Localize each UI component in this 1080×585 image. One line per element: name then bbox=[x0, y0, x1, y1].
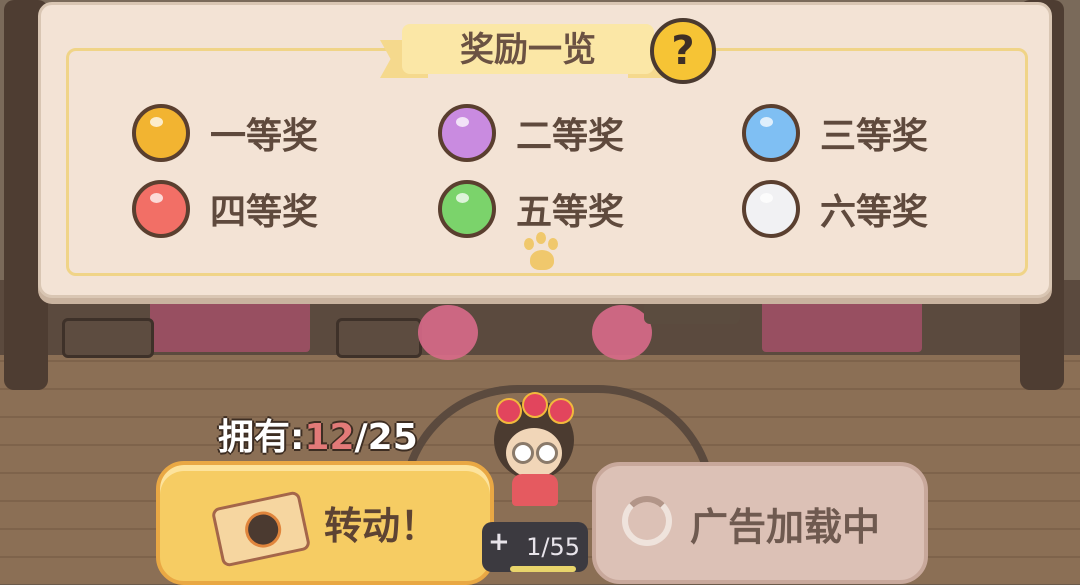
white-ball-icon bbox=[742, 180, 800, 238]
owned-label: 拥有: bbox=[218, 417, 305, 458]
red-ball-icon bbox=[132, 180, 190, 238]
owned-count: 拥有:12/25 bbox=[218, 408, 418, 460]
character-face bbox=[506, 428, 562, 478]
swirl-eye-icon bbox=[536, 442, 558, 464]
ticket-disc bbox=[241, 508, 285, 551]
flower-icon bbox=[548, 398, 574, 424]
prize-label: 二等奖 bbox=[516, 116, 625, 157]
ad-button-label: 广告加载中 bbox=[690, 505, 881, 549]
left-flower-pot bbox=[418, 305, 478, 360]
owned-total: 25 bbox=[367, 417, 418, 458]
left-bench bbox=[62, 318, 154, 358]
question-mark-icon[interactable]: ? bbox=[650, 18, 716, 84]
prize-label: 一等奖 bbox=[210, 116, 319, 157]
loading-spinner-icon bbox=[622, 496, 672, 546]
prize-item: 二等奖 bbox=[438, 100, 624, 166]
owned-current: 12 bbox=[304, 417, 355, 458]
prize-label: 四等奖 bbox=[210, 192, 319, 233]
prize-label: 五等奖 bbox=[516, 192, 625, 233]
paw-icon bbox=[520, 232, 564, 276]
ad-loading-button[interactable]: 广告加载中 bbox=[592, 462, 928, 584]
spin-button-label: 转动！ bbox=[324, 504, 439, 548]
flower-icon bbox=[522, 392, 548, 418]
right-rug bbox=[762, 300, 922, 352]
panel-title: 奖励一览 bbox=[460, 30, 596, 70]
left-rug bbox=[150, 300, 310, 352]
prize-label: 六等奖 bbox=[820, 192, 929, 233]
owned-separator: / bbox=[354, 417, 368, 458]
right-flower-pot bbox=[592, 305, 652, 360]
green-ball-icon bbox=[438, 180, 496, 238]
character[interactable] bbox=[488, 392, 580, 510]
energy-bar bbox=[510, 566, 576, 572]
spin-button[interactable]: 转动！ bbox=[156, 461, 494, 585]
prize-label: 三等奖 bbox=[820, 116, 929, 157]
plus-icon[interactable]: + bbox=[488, 527, 510, 557]
prize-item: 六等奖 bbox=[742, 176, 928, 242]
prize-item: 四等奖 bbox=[132, 176, 318, 242]
character-body bbox=[512, 474, 558, 506]
swirl-eye-icon bbox=[512, 442, 534, 464]
flower-icon bbox=[496, 398, 522, 424]
prize-item: 三等奖 bbox=[742, 100, 928, 166]
side-table bbox=[644, 300, 740, 324]
prize-item: 一等奖 bbox=[132, 100, 318, 166]
purple-ball-icon bbox=[438, 104, 496, 162]
blue-ball-icon bbox=[742, 104, 800, 162]
shelf bbox=[336, 318, 422, 358]
yellow-ball-icon bbox=[132, 104, 190, 162]
ticket-icon bbox=[210, 490, 312, 568]
